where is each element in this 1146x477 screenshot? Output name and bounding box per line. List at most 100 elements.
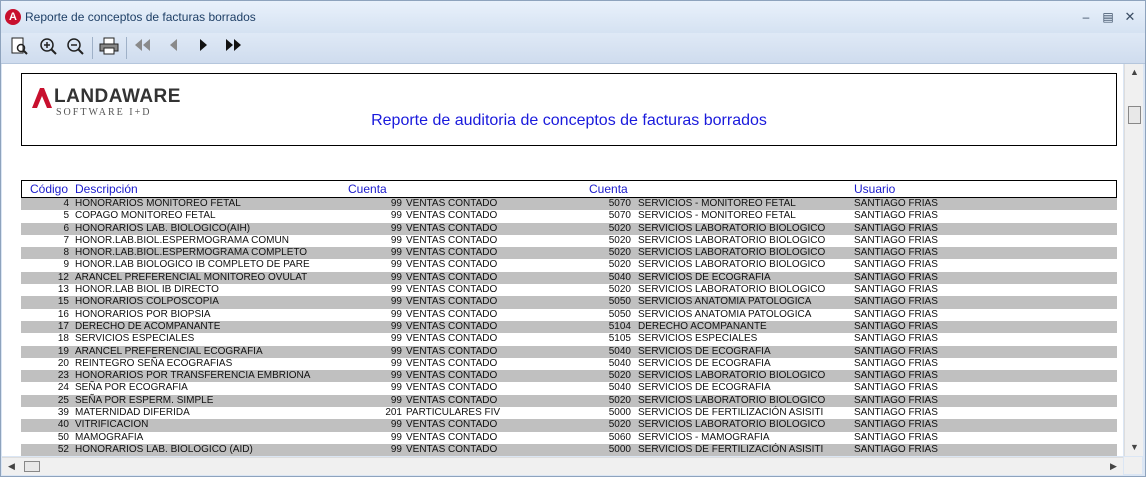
scroll-up-icon[interactable]: ▲ (1130, 67, 1139, 77)
cell-usuario: SANTIAGO FRIAS (854, 222, 938, 234)
cell-cuenta2-nombre: SERVICIOS DE ECOGRAFIA (638, 271, 771, 283)
cell-descripcion: REINTEGRO SEÑA ECOGRAFIAS (75, 357, 233, 369)
cell-cuenta2-nombre: SERVICIOS DE ECOGRAFIA (638, 357, 771, 369)
cell-codigo: 16 (57, 308, 69, 320)
cell-cuenta-numero: 99 (390, 247, 402, 259)
report-window: A Reporte de conceptos de facturas borra… (0, 0, 1146, 477)
cell-cuenta-nombre: VENTAS CONTADO (406, 333, 498, 345)
cell-usuario: SANTIAGO FRIAS (854, 370, 938, 382)
table-row: 50 MAMOGRAFIA 99 VENTAS CONTADO 5060 SERVICIO… (21, 432, 1117, 444)
cell-cuenta2-nombre: SERVICIOS LABORATORIO BIOLOGICO (638, 234, 826, 246)
vertical-scroll-thumb[interactable] (1128, 106, 1141, 124)
close-icon[interactable]: ✕ (1122, 10, 1138, 24)
cell-usuario: SANTIAGO FRIAS (854, 284, 938, 296)
cell-cuenta-nombre: VENTAS CONTADO (406, 345, 498, 357)
cell-descripcion: HONORARIOS LAB. BIOLOGICO(AIH) (75, 222, 251, 234)
title-bar: A Reporte de conceptos de facturas borra… (1, 1, 1145, 33)
cell-descripcion: SERVICIOS ESPECIALES (75, 333, 195, 345)
cell-cuenta-nombre: VENTAS CONTADO (406, 296, 498, 308)
scroll-down-icon[interactable]: ▼ (1130, 442, 1139, 452)
cell-cuenta-numero: 99 (390, 345, 402, 357)
cell-usuario: SANTIAGO FRIAS (854, 271, 938, 283)
cell-cuenta2-nombre: SERVICIOS LABORATORIO BIOLOGICO (638, 222, 826, 234)
cell-descripcion: HONOR.LAB.BIOL.ESPERMOGRAMA COMUN (75, 234, 289, 246)
cell-codigo: 18 (57, 333, 69, 345)
cell-cuenta2-numero: 5040 (608, 357, 631, 369)
table-row: 20 REINTEGRO SEÑA ECOGRAFIAS 99 VENTAS CONT… (21, 358, 1117, 370)
table-row: 39 MATERNIDAD DIFERIDA 201 PARTICULARES FIV… (21, 407, 1117, 419)
cell-cuenta-numero: 99 (390, 333, 402, 345)
cell-cuenta-nombre: VENTAS CONTADO (406, 198, 498, 209)
cell-cuenta-numero: 99 (390, 357, 402, 369)
cell-cuenta2-nombre: SERVICIOS DE FERTILIZACIÓN ASISITI (638, 443, 824, 455)
table-row: 16 HONORARIOS POR BIOPSIA 99 VENTAS CONTADO… (21, 309, 1117, 321)
cell-codigo: 8 (63, 247, 69, 259)
column-header-cuenta-2: Cuenta (589, 182, 628, 196)
toolbar-separator (126, 37, 127, 59)
cell-cuenta2-numero: 5070 (608, 198, 631, 209)
table-row: 9 HONOR.LAB BIOLOGICO IB COMPLETO DE PARE… (21, 259, 1117, 271)
horizontal-scroll-thumb[interactable] (24, 461, 40, 472)
cell-usuario: SANTIAGO FRIAS (854, 308, 938, 320)
table-row: 19 ARANCEL PREFERENCIAL ECOGRAFIA 99 VENTAS… (21, 345, 1117, 358)
cell-cuenta2-numero: 5020 (608, 222, 631, 234)
cell-cuenta-numero: 99 (390, 308, 402, 320)
cell-codigo: 23 (57, 370, 69, 382)
cell-cuenta2-numero: 5040 (608, 345, 631, 357)
cell-usuario: SANTIAGO FRIAS (854, 296, 938, 308)
cell-descripcion: HONORARIOS COLPOSCOPIA (75, 296, 219, 308)
cell-cuenta-numero: 99 (390, 234, 402, 246)
scroll-left-icon[interactable]: ◀ (8, 461, 15, 472)
cell-descripcion: HONORARIOS POR BIOPSIA (75, 308, 211, 320)
cell-usuario: SANTIAGO FRIAS (854, 259, 938, 271)
cell-cuenta2-numero: 5020 (608, 284, 631, 296)
print-icon[interactable] (98, 37, 120, 59)
cell-cuenta-numero: 99 (390, 259, 402, 271)
cell-cuenta2-numero: 5020 (608, 419, 631, 431)
cell-codigo: 20 (57, 357, 69, 369)
cell-cuenta-nombre: VENTAS CONTADO (406, 419, 498, 431)
cell-cuenta-numero: 99 (390, 394, 402, 406)
zoom-in-icon[interactable] (37, 37, 59, 59)
vertical-scrollbar[interactable]: ▲ ▼ (1124, 64, 1143, 456)
cell-cuenta-numero: 201 (385, 407, 402, 419)
table-row: 18 SERVICIOS ESPECIALES 99 VENTAS CONTADO 51… (21, 333, 1117, 345)
cell-descripcion: COPAGO MONITOREO FETAL (75, 210, 216, 222)
cell-descripcion: HONOR.LAB BIOLOGICO IB COMPLETO DE PARE (75, 259, 310, 271)
cell-codigo: 6 (63, 222, 69, 234)
zoom-out-icon[interactable] (64, 37, 86, 59)
cell-codigo: 12 (57, 271, 69, 283)
cell-cuenta2-numero: 5020 (608, 394, 631, 406)
cell-cuenta2-numero: 5104 (608, 320, 631, 332)
page-preview-icon[interactable] (8, 37, 30, 59)
previous-page-icon[interactable] (163, 37, 185, 59)
cell-cuenta-nombre: VENTAS CONTADO (406, 431, 498, 443)
scroll-right-icon[interactable]: ▶ (1110, 461, 1117, 472)
cell-codigo: 24 (57, 382, 69, 394)
cell-descripcion: ARANCEL PREFERENCIAL MONITOREO OVULAT (75, 271, 308, 283)
horizontal-scrollbar[interactable]: ◀ ▶ (2, 457, 1123, 475)
report-preview[interactable]: LANDAWARE SOFTWARE I+D Reporte de audito… (2, 64, 1123, 456)
cell-codigo: 4 (63, 198, 69, 209)
cell-cuenta-numero: 99 (390, 284, 402, 296)
first-page-icon[interactable] (132, 37, 154, 59)
cell-codigo: 52 (57, 443, 69, 455)
cell-cuenta-nombre: VENTAS CONTADO (406, 210, 498, 222)
table-header: Código Descripción Cuenta Cuenta Usuario (21, 180, 1117, 198)
maximize-icon[interactable]: ▤ (1100, 10, 1116, 24)
next-page-icon[interactable] (192, 37, 214, 59)
minimize-icon[interactable]: – (1078, 10, 1094, 24)
cell-descripcion: ARANCEL PREFERENCIAL ECOGRAFIA (75, 345, 263, 357)
cell-codigo: 19 (57, 345, 69, 357)
table-row: 52 HONORARIOS LAB. BIOLOGICO (AID) 99 VENTA… (21, 443, 1117, 456)
cell-codigo: 50 (57, 431, 69, 443)
cell-codigo: 5 (63, 210, 69, 222)
cell-usuario: SANTIAGO FRIAS (854, 419, 938, 431)
cell-usuario: SANTIAGO FRIAS (854, 198, 938, 209)
cell-usuario: SANTIAGO FRIAS (854, 443, 938, 455)
cell-cuenta-numero: 99 (390, 431, 402, 443)
table-row: 17 DERECHO DE ACOMPANANTE 99 VENTAS CONTADO… (21, 320, 1117, 334)
cell-descripcion: MATERNIDAD DIFERIDA (75, 407, 190, 419)
cell-cuenta-numero: 99 (390, 370, 402, 382)
last-page-icon[interactable] (222, 37, 244, 59)
